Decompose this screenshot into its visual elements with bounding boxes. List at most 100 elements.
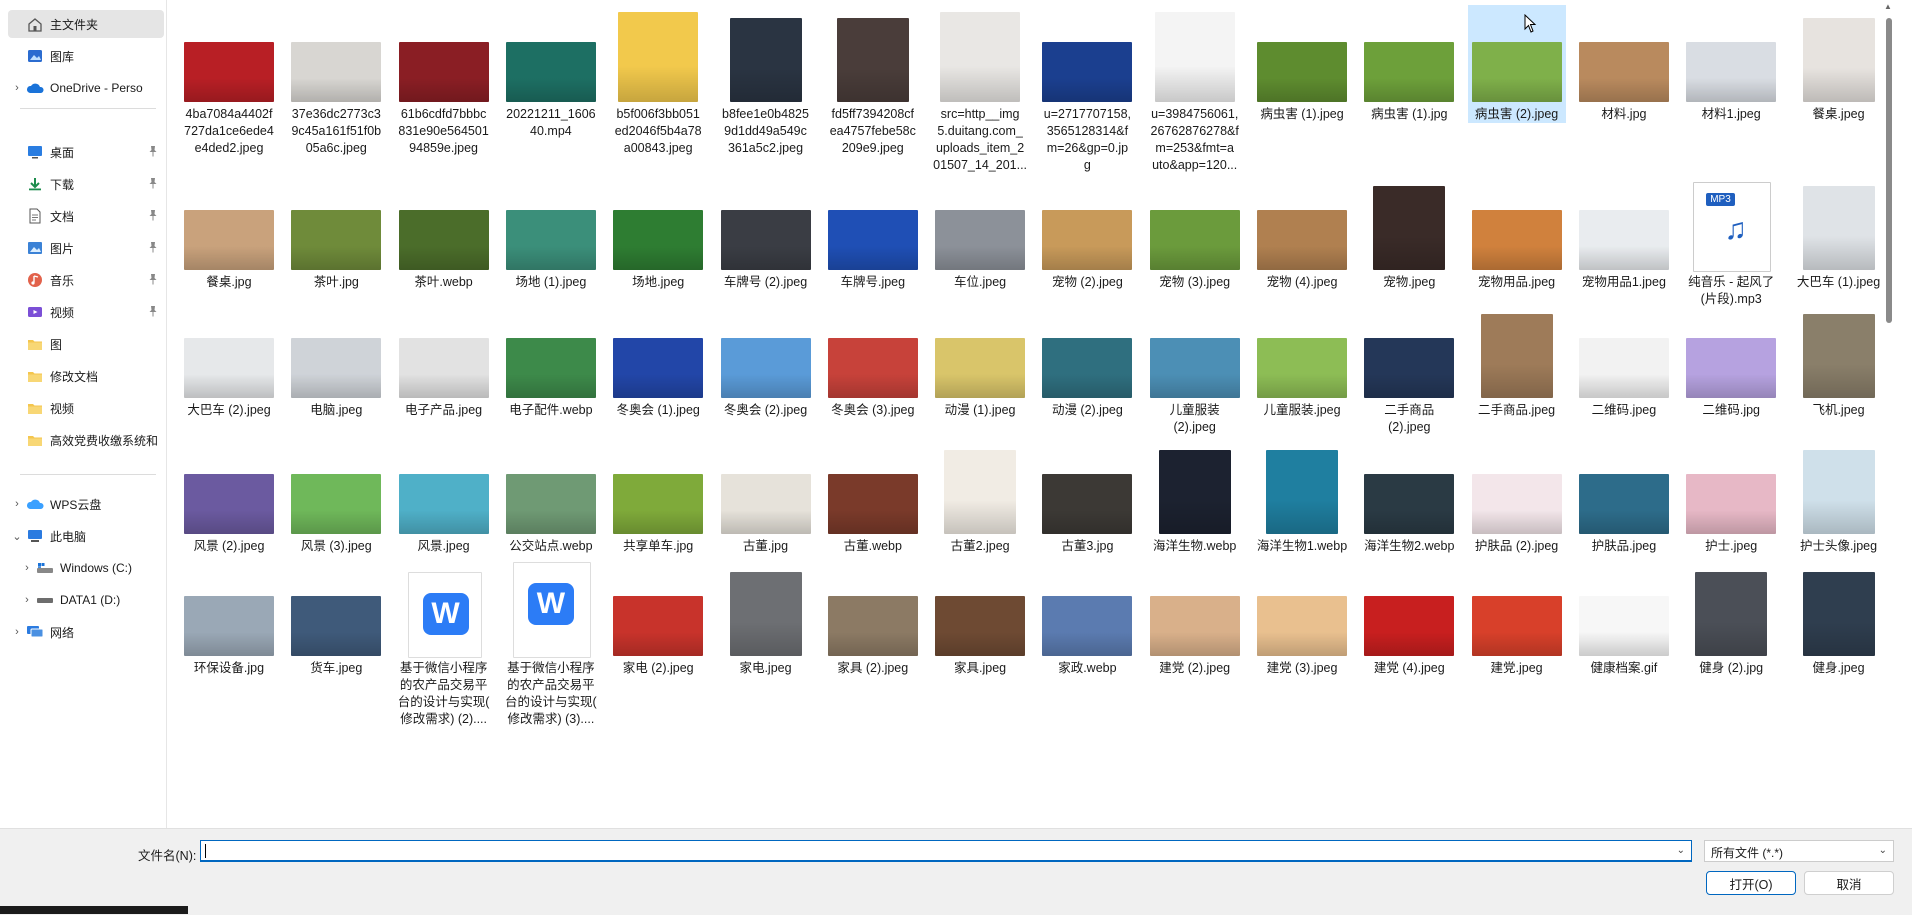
file-type-filter[interactable]: 所有文件 (*.*) ⌄ — [1704, 840, 1894, 862]
sidebar-item-3[interactable]: 桌面 — [8, 138, 164, 166]
sidebar-item-9[interactable]: 图 — [8, 330, 164, 358]
image-thumbnail — [291, 42, 382, 102]
image-thumbnail — [398, 42, 489, 102]
filename-history-dropdown-icon[interactable]: ⌄ — [1677, 845, 1685, 856]
image-thumbnail — [1042, 338, 1133, 398]
open-button[interactable]: 打开(O) — [1706, 871, 1796, 895]
video-icon — [26, 304, 44, 320]
sidebar-item-10[interactable]: 修改文档 — [8, 362, 164, 390]
sidebar-item-17[interactable]: › 网络 — [8, 618, 164, 646]
folder-icon — [26, 432, 44, 448]
file-name-label: 电子配件.webp — [509, 403, 593, 417]
file-name-label: 建党 (3).jpeg — [1266, 661, 1338, 675]
wps-document-icon: W — [407, 572, 482, 658]
file-name-label: 环保设备.jpg — [193, 661, 265, 675]
sidebar-item-0[interactable]: 主文件夹 — [8, 10, 164, 38]
file-name-label: 场地.jpeg — [632, 275, 685, 289]
image-thumbnail — [398, 338, 489, 398]
file-name-label: 20221211_1606 — [506, 107, 596, 121]
sidebar-item-label: WPS云盘 — [50, 497, 102, 512]
file-name-label: 家电.jpeg — [739, 661, 792, 675]
image-thumbnail — [613, 474, 704, 534]
file-name-label: 二维码.jpg — [1702, 403, 1761, 417]
sidebar-item-12[interactable]: 高效党费收缴系统和 — [8, 426, 164, 454]
file-name-label: 电子产品.jpeg — [405, 403, 483, 417]
sidebar-item-13[interactable]: › WPS云盘 — [8, 490, 164, 518]
pin-icon — [148, 241, 158, 253]
image-thumbnail — [1257, 210, 1347, 270]
file-name-label: u=2717707158, — [1043, 107, 1132, 121]
image-thumbnail — [836, 18, 909, 102]
file-name-label: 37e36dc2773c3 — [291, 107, 381, 121]
wps-document-icon: W — [512, 562, 591, 658]
sidebar-item-label: 下载 — [50, 177, 75, 192]
chevron-right-icon[interactable]: › — [18, 562, 36, 574]
image-thumbnail — [184, 474, 274, 534]
document-icon — [26, 208, 44, 224]
file-name-label: 车位.jpeg — [954, 275, 1007, 289]
sidebar-item-11[interactable]: 视频 — [8, 394, 164, 422]
sidebar-item-label: OneDrive - Perso — [50, 81, 143, 95]
sidebar-item-label: 桌面 — [50, 145, 75, 160]
file-name-label: 5.duitang.com_ — [937, 124, 1023, 138]
file-name-label: 9d1dd49a549c — [724, 124, 807, 138]
image-thumbnail — [827, 596, 918, 656]
chevron-right-icon[interactable]: › — [8, 82, 26, 94]
file-name-label: 宠物用品1.jpeg — [1581, 275, 1666, 289]
chevron-down-icon[interactable]: ⌄ — [1879, 845, 1887, 856]
image-thumbnail — [1802, 450, 1875, 534]
file-name-label: ed2046f5b4a78 — [614, 124, 702, 138]
cloud-icon — [26, 80, 44, 96]
sidebar-item-4[interactable]: 下载 — [8, 170, 164, 198]
image-thumbnail — [1578, 474, 1669, 534]
chevron-down-icon[interactable]: ⌄ — [8, 530, 26, 543]
image-thumbnail — [505, 338, 596, 398]
sidebar-item-7[interactable]: 音乐 — [8, 266, 164, 294]
file-name-label: 护士头像.jpeg — [1799, 539, 1878, 553]
chevron-right-icon[interactable]: › — [8, 498, 26, 510]
file-name-label: 古董.webp — [843, 539, 902, 553]
image-thumbnail — [1578, 596, 1669, 656]
file-type-filter-value: 所有文件 (*.*) — [1711, 846, 1784, 860]
image-thumbnail — [1471, 42, 1562, 102]
file-name-label: a00843.jpeg — [623, 141, 693, 155]
scroll-up-arrow-icon[interactable]: ▲ — [1884, 2, 1894, 12]
pin-icon — [148, 209, 158, 221]
image-thumbnail — [935, 338, 1026, 398]
image-thumbnail — [505, 210, 596, 270]
sidebar-item-1[interactable]: 图库 — [8, 42, 164, 70]
file-name-label: 病虫害 (1).jpg — [1371, 107, 1448, 121]
gallery-icon — [26, 48, 44, 64]
image-thumbnail — [1149, 210, 1240, 270]
file-name-label: 基于微信小程序 — [507, 661, 595, 675]
image-thumbnail — [398, 210, 489, 270]
file-name-label: 209e9.jpeg — [841, 141, 904, 155]
folder-icon — [26, 368, 44, 384]
file-name-label: 建党 (4).jpeg — [1373, 661, 1445, 675]
chevron-right-icon[interactable]: › — [18, 594, 36, 606]
cancel-button[interactable]: 取消 — [1804, 871, 1894, 895]
taskbar-strip — [0, 906, 188, 914]
image-thumbnail — [1802, 572, 1875, 656]
image-thumbnail — [184, 338, 274, 398]
image-thumbnail — [291, 338, 382, 398]
sidebar-item-8[interactable]: 视频 — [8, 298, 164, 326]
file-name-label: uto&app=120... — [1152, 158, 1238, 172]
sidebar-item-2[interactable]: › OneDrive - Perso — [8, 74, 164, 102]
sidebar-item-16[interactable]: › DATA1 (D:) — [18, 586, 174, 614]
sidebar-separator — [20, 474, 156, 475]
download-icon — [26, 176, 44, 192]
sidebar-item-14[interactable]: ⌄ 此电脑 — [8, 522, 164, 550]
file-name-label: 护肤品.jpeg — [1591, 539, 1657, 553]
sidebar-item-6[interactable]: 图片 — [8, 234, 164, 262]
image-thumbnail — [505, 42, 596, 102]
chevron-right-icon[interactable]: › — [8, 626, 26, 638]
image-thumbnail — [1686, 42, 1777, 102]
image-thumbnail — [720, 210, 811, 270]
sidebar-item-15[interactable]: › Windows (C:) — [18, 554, 174, 582]
wps-cloud-icon — [26, 496, 44, 512]
filename-input[interactable]: ⌄ — [200, 840, 1692, 862]
image-thumbnail — [184, 596, 274, 656]
sidebar-item-5[interactable]: 文档 — [8, 202, 164, 230]
file-name-label: 家政.webp — [1058, 661, 1117, 675]
